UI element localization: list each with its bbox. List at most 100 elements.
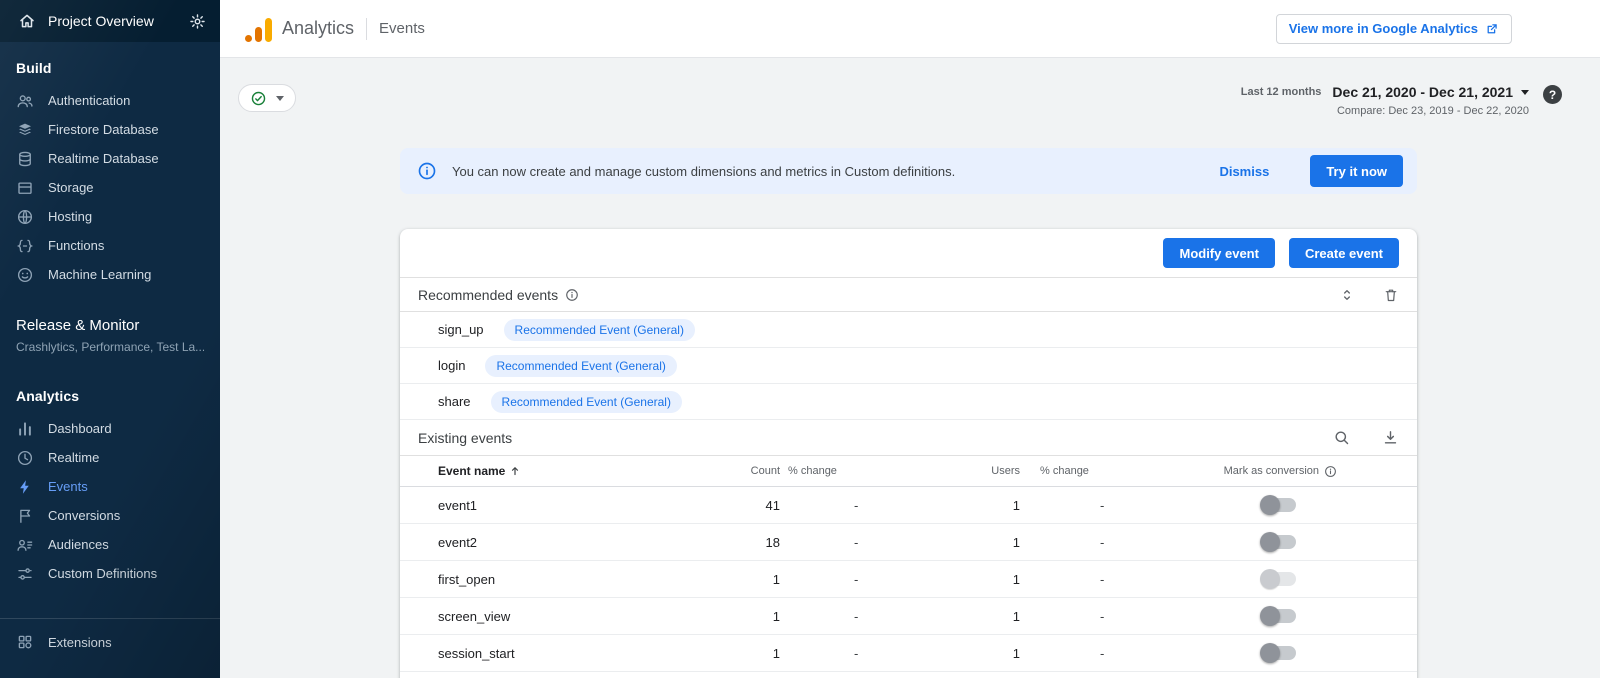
release-and-monitor-section[interactable]: Release & Monitor Crashlytics, Performan… bbox=[0, 307, 220, 364]
sidebar-item-label: Custom Definitions bbox=[48, 566, 157, 581]
unfold-more-icon[interactable] bbox=[1339, 287, 1355, 303]
firestore-icon bbox=[16, 121, 34, 139]
try-it-now-button[interactable]: Try it now bbox=[1310, 155, 1403, 187]
mark-as-conversion-toggle[interactable] bbox=[1262, 535, 1296, 549]
cell-percent-change: - bbox=[780, 609, 960, 624]
mark-as-conversion-toggle[interactable] bbox=[1262, 572, 1296, 586]
date-range-selector[interactable]: Dec 21, 2020 - Dec 21, 2021 bbox=[1332, 84, 1529, 100]
existing-events-title: Existing events bbox=[418, 430, 512, 446]
dismiss-button[interactable]: Dismiss bbox=[1219, 164, 1269, 179]
machine-learning-icon bbox=[16, 266, 34, 284]
cell-percent-change: - bbox=[780, 572, 960, 587]
cell-event-name[interactable]: session_start bbox=[418, 646, 700, 661]
cell-percent-change: - bbox=[780, 646, 960, 661]
project-overview-item[interactable]: Project Overview bbox=[0, 0, 220, 42]
cell-users-percent-change: - bbox=[1020, 646, 1200, 661]
column-percent-change[interactable]: % change bbox=[780, 465, 960, 477]
events-card: Modify event Create event Recommended ev… bbox=[400, 229, 1417, 678]
database-icon bbox=[16, 150, 34, 168]
clock-icon bbox=[16, 449, 34, 467]
sidebar-item-realtime[interactable]: Realtime bbox=[0, 443, 220, 472]
recommended-event-row: login Recommended Event (General) bbox=[400, 348, 1417, 384]
date-preset-label: Last 12 months bbox=[1241, 86, 1322, 98]
mark-as-conversion-toggle[interactable] bbox=[1262, 646, 1296, 660]
cell-event-name[interactable]: first_open bbox=[418, 572, 700, 587]
cell-event-name[interactable]: screen_view bbox=[418, 609, 700, 624]
download-icon[interactable] bbox=[1382, 429, 1399, 446]
sidebar-item-label: Authentication bbox=[48, 93, 130, 108]
card-actions-row: Modify event Create event bbox=[400, 229, 1417, 278]
search-icon[interactable] bbox=[1333, 429, 1350, 446]
sidebar-item-label: Dashboard bbox=[48, 421, 112, 436]
content-top-row: Last 12 months Dec 21, 2020 - Dec 21, 20… bbox=[220, 58, 1600, 117]
cell-users-percent-change: - bbox=[1020, 572, 1200, 587]
storage-icon bbox=[16, 179, 34, 197]
dashboard-bars-icon bbox=[16, 420, 34, 438]
sidebar-item-label: Storage bbox=[48, 180, 94, 195]
sidebar-item-label: Events bbox=[48, 479, 88, 494]
column-users[interactable]: Users bbox=[960, 465, 1020, 477]
topbar-divider bbox=[366, 18, 367, 40]
event-name: login bbox=[438, 358, 465, 373]
sidebar-item-extensions[interactable]: Extensions bbox=[0, 619, 220, 665]
column-count[interactable]: Count bbox=[700, 465, 780, 477]
extensions-icon bbox=[16, 633, 34, 651]
sidebar-item-label: Firestore Database bbox=[48, 122, 159, 137]
cell-count: 1 bbox=[700, 609, 780, 624]
build-section-label: Build bbox=[0, 42, 220, 86]
modify-event-button[interactable]: Modify event bbox=[1163, 238, 1274, 268]
sidebar-item-conversions[interactable]: Conversions bbox=[0, 501, 220, 530]
status-filter-pill[interactable] bbox=[238, 84, 296, 112]
recommended-event-chip[interactable]: Recommended Event (General) bbox=[485, 355, 676, 377]
info-circle-icon bbox=[565, 288, 579, 302]
column-users-percent-change[interactable]: % change bbox=[1020, 465, 1200, 477]
sidebar-item-hosting[interactable]: Hosting bbox=[0, 202, 220, 231]
event-table-row: event2 18 - 1 - bbox=[400, 524, 1417, 561]
date-range-area: Last 12 months Dec 21, 2020 - Dec 21, 20… bbox=[1241, 84, 1562, 117]
check-circle-icon bbox=[250, 90, 267, 107]
sidebar-item-label: Machine Learning bbox=[48, 267, 151, 282]
sidebar-item-functions[interactable]: Functions bbox=[0, 231, 220, 260]
cell-event-name[interactable]: event2 bbox=[418, 535, 700, 550]
sidebar-item-custom-definitions[interactable]: Custom Definitions bbox=[0, 559, 220, 588]
sidebar-item-audiences[interactable]: Audiences bbox=[0, 530, 220, 559]
event-table-row: screen_view 1 - 1 - bbox=[400, 598, 1417, 635]
release-monitor-subtitle: Crashlytics, Performance, Test La... bbox=[16, 340, 204, 354]
recommended-event-chip[interactable]: Recommended Event (General) bbox=[491, 391, 682, 413]
sidebar-item-firestore-database[interactable]: Firestore Database bbox=[0, 115, 220, 144]
cell-users: 1 bbox=[960, 609, 1020, 624]
trash-icon[interactable] bbox=[1383, 287, 1399, 303]
event-table-row: event1 41 - 1 - bbox=[400, 487, 1417, 524]
cell-event-name[interactable]: event1 bbox=[418, 498, 700, 513]
app-name: Analytics bbox=[282, 18, 354, 39]
column-event-name[interactable]: Event name bbox=[418, 464, 700, 478]
recommended-events-header: Recommended events bbox=[400, 278, 1417, 312]
recommended-event-chip[interactable]: Recommended Event (General) bbox=[504, 319, 695, 341]
create-event-button[interactable]: Create event bbox=[1289, 238, 1399, 268]
cell-users: 1 bbox=[960, 535, 1020, 550]
sidebar-item-dashboard[interactable]: Dashboard bbox=[0, 414, 220, 443]
event-name: share bbox=[438, 394, 471, 409]
view-more-in-google-analytics-button[interactable]: View more in Google Analytics bbox=[1276, 14, 1512, 44]
content-area: Last 12 months Dec 21, 2020 - Dec 21, 20… bbox=[220, 58, 1600, 678]
main-area: Analytics Events View more in Google Ana… bbox=[220, 0, 1600, 678]
firebase-sidebar: Project Overview Build Authentication Fi… bbox=[0, 0, 220, 678]
settings-gear-icon[interactable] bbox=[189, 13, 206, 30]
sidebar-item-label: Realtime bbox=[48, 450, 99, 465]
help-icon[interactable]: ? bbox=[1543, 85, 1562, 104]
cell-count: 41 bbox=[700, 498, 780, 513]
mark-as-conversion-toggle[interactable] bbox=[1262, 498, 1296, 512]
mark-as-conversion-toggle[interactable] bbox=[1262, 609, 1296, 623]
event-table-row: session_start 1 - 1 - bbox=[400, 635, 1417, 672]
cell-percent-change: - bbox=[780, 535, 960, 550]
sidebar-item-authentication[interactable]: Authentication bbox=[0, 86, 220, 115]
google-analytics-logo-icon bbox=[245, 16, 272, 42]
sidebar-item-realtime-database[interactable]: Realtime Database bbox=[0, 144, 220, 173]
audiences-icon bbox=[16, 536, 34, 554]
sidebar-item-events[interactable]: Events bbox=[0, 472, 220, 501]
sidebar-item-machine-learning[interactable]: Machine Learning bbox=[0, 260, 220, 289]
sidebar-item-storage[interactable]: Storage bbox=[0, 173, 220, 202]
date-range-text: Dec 21, 2020 - Dec 21, 2021 bbox=[1332, 84, 1513, 100]
events-bolt-icon bbox=[16, 478, 34, 496]
cell-users: 1 bbox=[960, 498, 1020, 513]
